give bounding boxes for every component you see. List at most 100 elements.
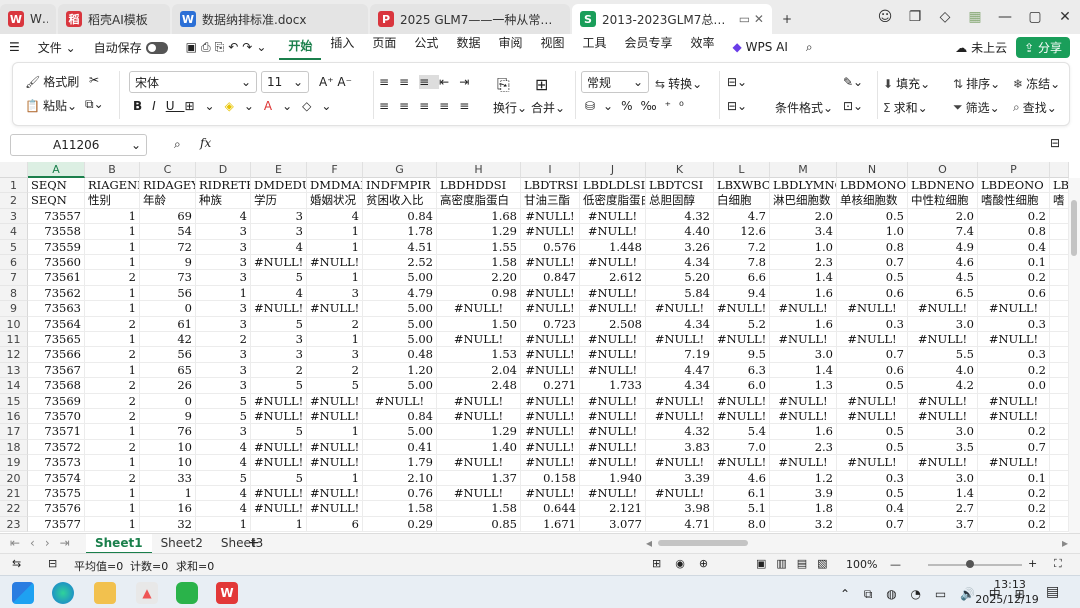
ribbon-tab[interactable]: 审阅 <box>489 34 531 60</box>
table-cell[interactable]: 1.40 <box>437 439 521 456</box>
table-cell[interactable]: 3 <box>196 362 251 379</box>
table-cell[interactable]: #NULL! <box>837 409 908 425</box>
table-cell[interactable]: #NULL! <box>646 455 714 471</box>
table-cell[interactable]: 3 <box>307 347 363 363</box>
table-cell[interactable]: 0.84 <box>363 409 437 425</box>
table-cell[interactable]: 1 <box>85 239 140 255</box>
table-cell[interactable]: 26 <box>140 378 196 394</box>
header-cell[interactable]: DMDEDUC2 <box>251 178 307 194</box>
doc-tab[interactable]: S 2013-2023GLM7总表 1215 ▭ ✕ <box>572 4 772 34</box>
table-cell[interactable]: 1.58 <box>363 501 437 517</box>
table-cell[interactable]: 5.5 <box>908 347 978 363</box>
table-cell[interactable]: #NULL! <box>770 332 837 348</box>
table-cell[interactable]: 4.7 <box>714 208 770 225</box>
table-cell[interactable]: #NULL! <box>978 393 1050 409</box>
table-cell[interactable] <box>1050 316 1069 332</box>
fill-button[interactable]: ⬇ 填充 ⌄ <box>883 75 930 92</box>
table-cell[interactable]: 0.98 <box>437 285 521 302</box>
table-cell[interactable]: 1.58 <box>437 501 521 517</box>
header-cell[interactable]: LBDTCSI <box>646 178 714 194</box>
ribbon-tab[interactable]: 公式 <box>405 34 447 60</box>
sheet-nav-arrows[interactable]: ⇤‹›⇥ <box>10 536 80 550</box>
horizontal-scroll-thumb[interactable] <box>658 540 748 546</box>
table-cell[interactable]: 5.20 <box>646 270 714 286</box>
table-cell[interactable]: 73557 <box>28 208 85 225</box>
row-header[interactable]: 1 <box>0 178 28 194</box>
table-cell[interactable]: 1 <box>307 224 363 240</box>
table-style-button[interactable]: ⊟⌄ <box>727 75 747 89</box>
table-cell[interactable]: #NULL! <box>307 301 363 317</box>
row-header[interactable]: 3 <box>0 208 28 225</box>
table-cell[interactable]: 0.2 <box>978 516 1050 533</box>
table-cell[interactable]: 69 <box>140 208 196 225</box>
table-cell[interactable]: 0.3 <box>978 347 1050 363</box>
table-cell[interactable]: #NULL! <box>580 208 646 225</box>
table-cell[interactable]: 1.6 <box>770 424 837 440</box>
table-cell[interactable]: 1 <box>307 270 363 286</box>
header-cell[interactable]: 性别 <box>85 193 140 209</box>
header-cell[interactable]: LBDHDDSI <box>437 178 521 194</box>
table-cell[interactable] <box>1050 439 1069 456</box>
table-cell[interactable]: 3.2 <box>770 516 837 533</box>
header-cell[interactable]: 单核细胞数 <box>837 193 908 209</box>
expand-formula-icon[interactable]: ⊟ <box>1050 136 1060 150</box>
table-cell[interactable]: #NULL! <box>714 455 770 471</box>
table-cell[interactable]: #NULL! <box>837 393 908 409</box>
table-cell[interactable]: 73559 <box>28 239 85 255</box>
table-cell[interactable]: #NULL! <box>307 486 363 502</box>
table-cell[interactable]: 1.4 <box>770 270 837 286</box>
ribbon-tab[interactable]: 插入 <box>321 34 363 60</box>
font-style-buttons[interactable]: B I U ⊞⌄ ◈ ⌄ A ⌄◇⌄ <box>133 99 341 113</box>
table-cell[interactable]: 6.3 <box>714 362 770 379</box>
table-cell[interactable]: 0.7 <box>837 516 908 533</box>
header-cell[interactable]: 年龄 <box>140 193 196 209</box>
table-cell[interactable]: 1 <box>307 239 363 255</box>
new-tab-button[interactable]: + <box>774 4 814 34</box>
table-cell[interactable]: #NULL! <box>521 332 580 348</box>
table-cell[interactable]: #NULL! <box>307 501 363 517</box>
header-cell[interactable]: LBDNENO <box>908 178 978 194</box>
edge-browser-icon[interactable] <box>52 582 74 604</box>
table-cell[interactable]: 4 <box>251 285 307 302</box>
table-cell[interactable]: 1.20 <box>363 362 437 379</box>
table-cell[interactable]: #NULL! <box>251 393 307 409</box>
align-buttons-bottom[interactable]: ≡≡≡≡≡ <box>379 99 479 113</box>
table-cell[interactable]: 1.0 <box>837 224 908 240</box>
doc-tab[interactable]: P 2025 GLM7——一种从常规健康指标 <box>370 4 570 34</box>
table-cell[interactable]: 56 <box>140 285 196 302</box>
header-cell[interactable]: 中性粒细胞 <box>908 193 978 209</box>
header-cell[interactable]: RIDAGEYR <box>140 178 196 194</box>
table-cell[interactable]: #NULL! <box>521 424 580 440</box>
table-cell[interactable]: #NULL! <box>521 486 580 502</box>
table-cell[interactable]: 1 <box>85 208 140 225</box>
table-cell[interactable]: 4.79 <box>363 285 437 302</box>
table-cell[interactable] <box>1050 270 1069 286</box>
search-icon[interactable]: ⌕ <box>797 40 822 55</box>
column-header[interactable]: D <box>196 162 251 178</box>
table-cell[interactable]: 2 <box>85 439 140 456</box>
table-cell[interactable]: 0 <box>140 393 196 409</box>
notification-icon[interactable]: ▤ <box>1046 584 1059 600</box>
header-cell[interactable]: LBDLYMNO <box>770 178 837 194</box>
row-header[interactable]: 2 <box>0 193 28 209</box>
header-cell[interactable]: LBDMONO <box>837 178 908 194</box>
avatar[interactable]: ▦ <box>960 9 990 25</box>
table-cell[interactable] <box>1050 455 1069 471</box>
table-cell[interactable]: 73561 <box>28 270 85 286</box>
table-cell[interactable]: 1.3 <box>770 378 837 394</box>
table-cell[interactable]: 4.34 <box>646 316 714 332</box>
table-cell[interactable]: #NULL! <box>580 424 646 440</box>
hscroll-left-icon[interactable]: ◂ <box>646 536 652 550</box>
add-sheet-button[interactable]: + <box>248 535 260 551</box>
table-cell[interactable] <box>1050 285 1069 302</box>
row-header[interactable]: 10 <box>0 316 28 332</box>
table-cell[interactable]: 0.3 <box>837 470 908 486</box>
table-cell[interactable]: 0.2 <box>978 486 1050 502</box>
table-cell[interactable]: 3 <box>196 270 251 286</box>
header-cell[interactable]: 低密度脂蛋白 <box>580 193 646 209</box>
table-cell[interactable]: 1.53 <box>437 347 521 363</box>
table-cell[interactable]: 1.58 <box>437 255 521 271</box>
table-cell[interactable]: 1 <box>85 301 140 317</box>
table-cell[interactable]: 1 <box>307 424 363 440</box>
table-cell[interactable]: 2.3 <box>770 255 837 271</box>
